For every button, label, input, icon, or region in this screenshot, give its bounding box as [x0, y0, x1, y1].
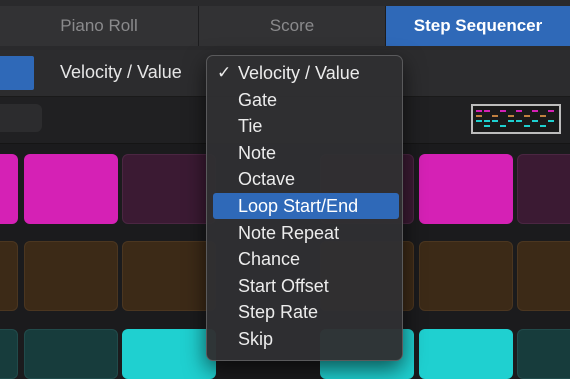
- menu-item-gate[interactable]: Gate: [213, 87, 399, 113]
- step-cell[interactable]: [517, 241, 570, 311]
- menu-item-start-offset[interactable]: Start Offset: [213, 273, 399, 299]
- step-cell[interactable]: [122, 154, 216, 224]
- menu-item-tie[interactable]: Tie: [213, 113, 399, 139]
- menu-item-loop-start-end[interactable]: Loop Start/End: [213, 193, 399, 219]
- step-cell[interactable]: [24, 154, 118, 224]
- pattern-overview-thumbnail[interactable]: [471, 104, 561, 134]
- step-cell[interactable]: [419, 154, 513, 224]
- menu-item-velocity-value[interactable]: ✓ Velocity / Value: [213, 60, 399, 86]
- step-cell[interactable]: [517, 329, 570, 379]
- step-cell[interactable]: [122, 329, 216, 379]
- step-cell[interactable]: [517, 154, 570, 224]
- menu-item-note-repeat[interactable]: Note Repeat: [213, 220, 399, 246]
- toolbar-blue-toggle[interactable]: [0, 56, 34, 90]
- step-cell[interactable]: [419, 241, 513, 311]
- tab-step-sequencer[interactable]: Step Sequencer: [386, 6, 570, 46]
- menu-item-step-rate[interactable]: Step Rate: [213, 299, 399, 325]
- step-cell[interactable]: [0, 329, 18, 379]
- menu-item-chance[interactable]: Chance: [213, 246, 399, 272]
- menu-item-note[interactable]: Note: [213, 140, 399, 166]
- tab-piano-roll[interactable]: Piano Roll: [0, 6, 199, 46]
- step-cell[interactable]: [24, 329, 118, 379]
- step-cell[interactable]: [24, 241, 118, 311]
- checkmark-icon: ✓: [217, 63, 232, 82]
- step-cell[interactable]: [0, 154, 18, 224]
- step-cell[interactable]: [0, 241, 18, 311]
- tab-score[interactable]: Score: [199, 6, 386, 46]
- row-header-pill[interactable]: [0, 104, 42, 132]
- step-cell[interactable]: [419, 329, 513, 379]
- edit-mode-label[interactable]: Velocity / Value: [60, 62, 182, 83]
- menu-item-octave[interactable]: Octave: [213, 166, 399, 192]
- step-cell[interactable]: [122, 241, 216, 311]
- menu-item-skip[interactable]: Skip: [213, 326, 399, 352]
